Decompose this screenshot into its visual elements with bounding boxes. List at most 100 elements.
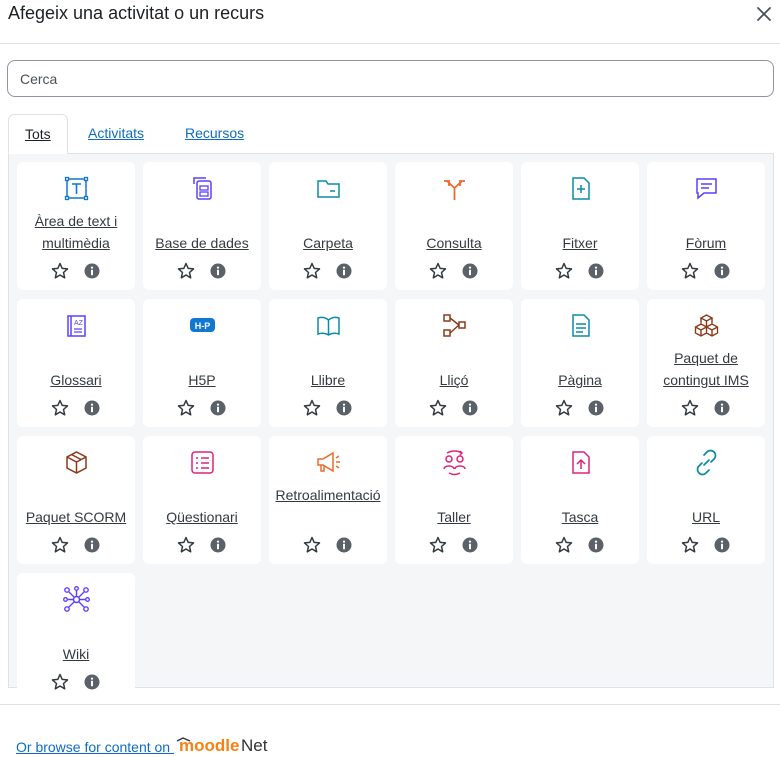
activity-card[interactable]: Wiki — [17, 573, 135, 701]
info-icon[interactable] — [588, 537, 604, 553]
browse-moodlenet-link[interactable]: Or browse for content on moodle Net — [16, 735, 274, 755]
star-icon[interactable] — [429, 399, 447, 417]
choice-icon — [444, 180, 465, 200]
star-icon[interactable] — [177, 399, 195, 417]
star-icon[interactable] — [177, 536, 195, 554]
star-icon[interactable] — [681, 536, 699, 554]
activity-name[interactable]: Glossari — [21, 369, 131, 391]
svg-text:H-P: H-P — [195, 321, 211, 331]
info-icon[interactable] — [336, 400, 352, 416]
star-icon[interactable] — [177, 262, 195, 280]
info-icon[interactable] — [588, 400, 604, 416]
activity-card[interactable]: Paquet de contingut IMS — [647, 299, 765, 427]
star-icon[interactable] — [429, 536, 447, 554]
activity-card[interactable]: Fitxer — [521, 162, 639, 290]
star-icon[interactable] — [303, 536, 321, 554]
info-icon[interactable] — [84, 674, 100, 690]
h5p-icon: H-P — [190, 318, 215, 332]
moodlenet-logo: moodle Net — [176, 736, 268, 755]
footer-divider — [0, 704, 780, 705]
info-icon[interactable] — [210, 263, 226, 279]
activity-card[interactable]: Tasca — [521, 436, 639, 564]
activity-name[interactable]: Fitxer — [525, 232, 635, 254]
star-icon[interactable] — [303, 262, 321, 280]
activity-name[interactable]: Paquet de contingut IMS — [651, 347, 761, 391]
activity-name[interactable]: URL — [651, 506, 761, 528]
activity-card[interactable]: Carpeta — [269, 162, 387, 290]
activity-card[interactable]: Qüestionari — [143, 436, 261, 564]
info-icon[interactable] — [714, 263, 730, 279]
info-icon[interactable] — [210, 400, 226, 416]
activity-name[interactable]: Pàgina — [525, 369, 635, 391]
folder-icon — [317, 180, 340, 198]
info-icon[interactable] — [714, 537, 730, 553]
url-icon — [696, 449, 717, 476]
activity-name[interactable]: Qüestionari — [147, 506, 257, 528]
activity-card[interactable]: Llibre — [269, 299, 387, 427]
page-icon — [572, 314, 590, 337]
activity-card[interactable]: Taller — [395, 436, 513, 564]
activity-name[interactable]: H5P — [147, 369, 257, 391]
feedback-icon — [317, 451, 340, 473]
forum-icon — [696, 178, 717, 200]
close-icon[interactable] — [754, 4, 774, 24]
activity-name[interactable]: Wiki — [21, 643, 131, 665]
tab-activities[interactable]: Activitats — [72, 114, 160, 154]
activity-name[interactable]: Llibre — [273, 369, 383, 391]
info-icon[interactable] — [84, 263, 100, 279]
star-icon[interactable] — [51, 399, 69, 417]
tab-bar: Tots Activitats Recursos — [8, 114, 774, 154]
star-icon[interactable] — [555, 262, 573, 280]
activity-name[interactable]: Taller — [399, 506, 509, 528]
activity-chooser-grid: Àrea de text i multimèdia Base de dades Ca… — [8, 153, 774, 701]
file-icon — [572, 177, 590, 200]
star-icon[interactable] — [303, 399, 321, 417]
quiz-icon — [191, 451, 214, 474]
dialog-title: Afegeix una activitat o un recurs — [8, 3, 265, 23]
activity-card[interactable]: Fòrum — [647, 162, 765, 290]
star-icon[interactable] — [51, 536, 69, 554]
info-icon[interactable] — [588, 263, 604, 279]
activity-name[interactable]: Carpeta — [273, 232, 383, 254]
info-icon[interactable] — [84, 400, 100, 416]
info-icon[interactable] — [210, 537, 226, 553]
star-icon[interactable] — [51, 673, 69, 691]
star-icon[interactable] — [51, 262, 69, 280]
activity-name[interactable]: Fòrum — [651, 232, 761, 254]
activity-card[interactable]: Paquet SCORM — [17, 436, 135, 564]
activity-card[interactable]: URL — [647, 436, 765, 564]
star-icon[interactable] — [555, 399, 573, 417]
activity-card[interactable]: H-P H5P — [143, 299, 261, 427]
activity-card[interactable]: Retroalimentació — [269, 436, 387, 564]
activity-name[interactable]: Retroalimentació — [273, 484, 383, 506]
activity-name[interactable]: Paquet SCORM — [21, 506, 131, 528]
activity-name[interactable]: Base de dades — [147, 232, 257, 254]
star-icon[interactable] — [681, 262, 699, 280]
activity-name[interactable]: Tasca — [525, 506, 635, 528]
activity-card[interactable]: Base de dades — [143, 162, 261, 290]
info-icon[interactable] — [336, 263, 352, 279]
star-icon[interactable] — [429, 262, 447, 280]
info-icon[interactable] — [84, 537, 100, 553]
lesson-icon — [443, 314, 466, 337]
tab-resources[interactable]: Recursos — [169, 114, 260, 154]
assignment-icon — [572, 451, 590, 474]
activity-card[interactable]: AZ Glossari — [17, 299, 135, 427]
star-icon[interactable] — [555, 536, 573, 554]
search-input[interactable] — [7, 60, 774, 97]
tab-all[interactable]: Tots — [8, 114, 68, 154]
info-icon[interactable] — [714, 400, 730, 416]
activity-name[interactable]: Lliçó — [399, 369, 509, 391]
info-icon[interactable] — [462, 537, 478, 553]
info-icon[interactable] — [462, 400, 478, 416]
activity-name[interactable]: Àrea de text i multimèdia — [21, 210, 131, 254]
info-icon[interactable] — [336, 537, 352, 553]
info-icon[interactable] — [462, 263, 478, 279]
activity-card[interactable]: Lliçó — [395, 299, 513, 427]
activity-card[interactable]: Consulta — [395, 162, 513, 290]
activity-card[interactable]: Àrea de text i multimèdia — [17, 162, 135, 290]
logo-net-text: Net — [241, 736, 268, 755]
activity-name[interactable]: Consulta — [399, 232, 509, 254]
star-icon[interactable] — [681, 399, 699, 417]
activity-card[interactable]: Pàgina — [521, 299, 639, 427]
